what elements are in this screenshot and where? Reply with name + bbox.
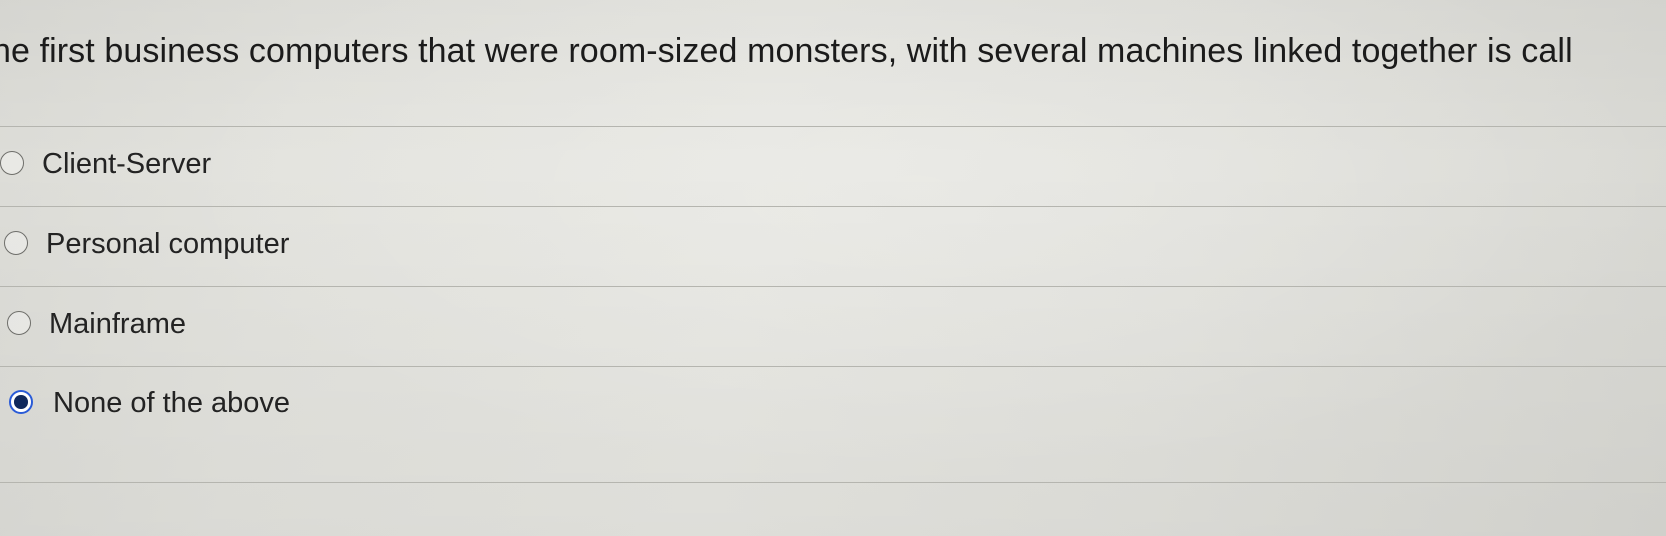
divider (0, 366, 1666, 367)
option-label: Personal computer (46, 228, 290, 260)
option-mainframe[interactable]: Mainframe (0, 302, 700, 346)
option-personal-computer[interactable]: Personal computer (0, 222, 700, 266)
radio-button-selected[interactable] (9, 390, 33, 414)
divider (0, 286, 1666, 287)
radio-button[interactable] (0, 151, 24, 175)
option-client-server[interactable]: Client-Server (0, 142, 700, 186)
question: he first business computers that were ro… (0, 26, 1666, 76)
radio-button[interactable] (4, 231, 28, 255)
option-label: Mainframe (49, 308, 186, 340)
divider (0, 126, 1666, 127)
option-none-of-the-above[interactable]: None of the above (0, 381, 700, 425)
background-shade (0, 0, 1666, 536)
question-text: he first business computers that were ro… (0, 32, 1573, 70)
radio-button[interactable] (7, 311, 31, 335)
divider (0, 482, 1666, 483)
option-label: Client-Server (42, 148, 212, 180)
divider (0, 206, 1666, 207)
option-label: None of the above (53, 387, 291, 419)
